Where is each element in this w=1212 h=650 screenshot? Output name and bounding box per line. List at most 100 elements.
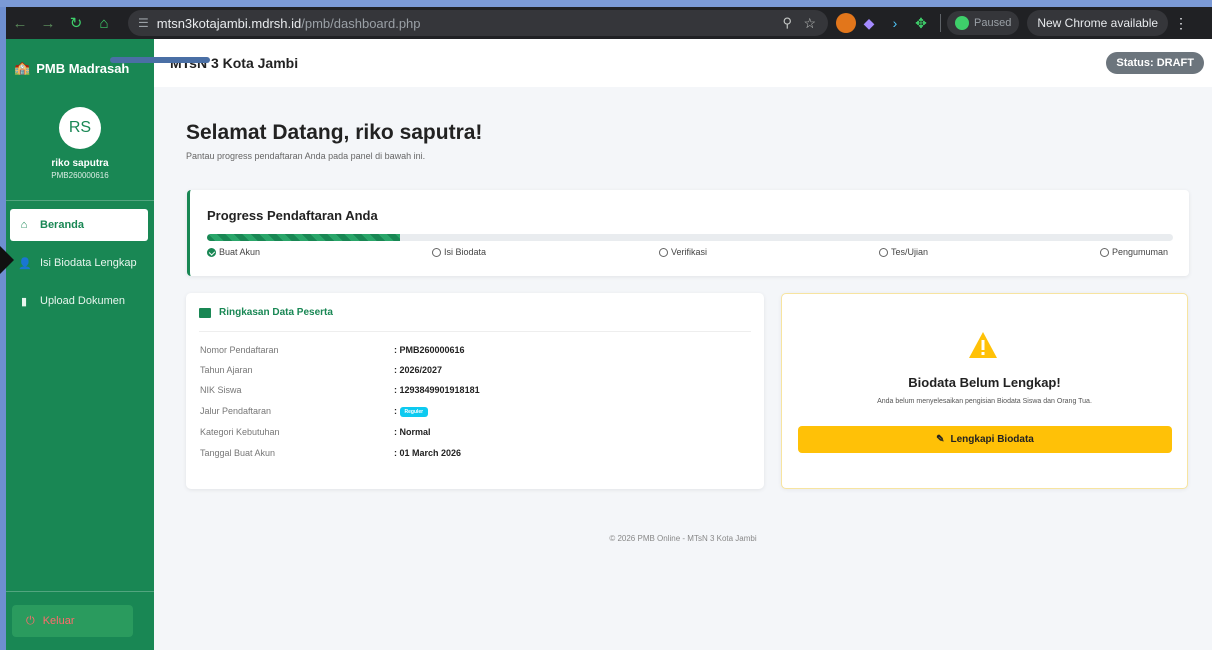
circle-icon xyxy=(879,247,888,257)
avatar: RS xyxy=(59,107,101,149)
jalur-badge: Reguler xyxy=(399,406,429,417)
check-circle-icon xyxy=(207,247,216,257)
step-tes-ujian: Tes/Ujian xyxy=(879,247,928,257)
progress-card: Progress Pendaftaran Anda Buat Akun Isi … xyxy=(187,190,1189,276)
row-value: : PMB260000616 xyxy=(394,345,465,355)
extension-arrow-icon[interactable]: › xyxy=(882,10,908,36)
row-label: NIK Siswa xyxy=(200,385,242,395)
step-label: Buat Akun xyxy=(219,247,261,257)
drag-indicator xyxy=(110,57,210,63)
logout-button[interactable]: ⏻ Keluar xyxy=(12,605,133,637)
warning-text: Anda belum menyelesaikan pengisian Bioda… xyxy=(877,398,1092,405)
zoom-icon[interactable]: ⚲ xyxy=(782,15,792,31)
sidebar-item-biodata[interactable]: 👤 Isi Biodata Lengkap xyxy=(10,247,148,279)
back-icon[interactable]: ← xyxy=(6,9,34,37)
welcome-subtitle: Pantau progress pendaftaran Anda pada pa… xyxy=(186,151,426,161)
row-label: Nomor Pendaftaran xyxy=(200,345,279,355)
complete-biodata-button[interactable]: ✎ Lengkapi Biodata xyxy=(798,426,1172,453)
warning-title: Biodata Belum Lengkap! xyxy=(908,375,1061,390)
sidebar-divider xyxy=(6,591,154,592)
logout-label: Keluar xyxy=(42,615,75,627)
complete-biodata-label: Lengkapi Biodata xyxy=(950,434,1034,445)
main-content: MTsN 3 Kota Jambi Status: DRAFT Selamat … xyxy=(154,39,1212,650)
pointer-arrow-icon xyxy=(0,246,14,274)
url-host: mtsn3kotajambi.mdrsh.id xyxy=(156,15,302,31)
welcome-title: Selamat Datang, riko saputra! xyxy=(186,121,483,144)
summary-divider xyxy=(199,331,751,332)
step-label: Verifikasi xyxy=(671,247,708,257)
edit-icon: ✎ xyxy=(936,434,945,445)
sidebar-item-label: Upload Dokumen xyxy=(40,295,125,307)
summary-row: Nomor Pendaftaran : PMB260000616 xyxy=(200,345,750,359)
site-info-icon[interactable]: ☰ xyxy=(138,16,149,30)
sidebar-item-label: Beranda xyxy=(40,219,85,231)
url-path: /pmb/dashboard.php xyxy=(301,15,421,31)
file-upload-icon: ▮ xyxy=(20,295,28,308)
status-badge: Status: DRAFT xyxy=(1106,52,1204,74)
progress-title: Progress Pendaftaran Anda xyxy=(207,208,378,223)
user-edit-icon: 👤 xyxy=(18,257,32,270)
summary-row: Tahun Ajaran : 2026/2027 xyxy=(200,365,750,379)
sidebar-brand[interactable]: 🏫 PMB Madrasah xyxy=(6,39,154,97)
step-isi-biodata: Isi Biodata xyxy=(432,247,486,257)
progress-bar-fill xyxy=(207,234,401,241)
step-buat-akun: Buat Akun xyxy=(207,247,260,257)
summary-title: Ringkasan Data Peserta xyxy=(219,307,333,318)
summary-row: Tanggal Buat Akun : 01 March 2026 xyxy=(200,448,750,462)
top-navbar: MTsN 3 Kota Jambi Status: DRAFT xyxy=(154,39,1212,87)
sidebar-item-label: Isi Biodata Lengkap xyxy=(40,257,137,269)
circle-icon xyxy=(659,247,668,257)
summary-header: Ringkasan Data Peserta xyxy=(199,307,333,318)
row-value: : 01 March 2026 xyxy=(394,448,462,458)
step-pengumuman: Pengumuman xyxy=(1100,247,1168,257)
browser-toolbar: ← → ↻ ⌂ ☰ mtsn3kotajambi.mdrsh.id/pmb/da… xyxy=(6,7,1212,39)
browser-frame-top xyxy=(0,0,1212,7)
user-code: PMB260000616 xyxy=(51,171,109,180)
id-card-icon xyxy=(199,307,211,318)
chrome-update-button[interactable]: New Chrome available xyxy=(1027,10,1169,36)
row-label: Tahun Ajaran xyxy=(200,365,253,375)
summary-card: Ringkasan Data Peserta Nomor Pendaftaran… xyxy=(186,293,764,489)
footer: © 2026 PMB Online - MTsN 3 Kota Jambi xyxy=(609,534,757,543)
step-label: Tes/Ujian xyxy=(891,247,929,257)
row-value: : 1293849901918181 xyxy=(394,385,480,395)
summary-row: NIK Siswa : 1293849901918181 xyxy=(200,385,750,399)
profile-paused-button[interactable]: Paused xyxy=(947,11,1020,35)
row-label: Kategori Kebutuhan xyxy=(200,427,280,437)
warning-card: Biodata Belum Lengkap! Anda belum menyel… xyxy=(781,293,1188,489)
browser-menu-icon[interactable]: ⋮ xyxy=(1168,15,1194,32)
circle-icon xyxy=(1100,247,1109,257)
sidebar: 🏫 PMB Madrasah RS riko saputra PMB260000… xyxy=(6,39,154,650)
summary-row: Kategori Kebutuhan : Normal xyxy=(200,427,750,441)
row-colon: : xyxy=(394,406,397,416)
home-icon[interactable]: ⌂ xyxy=(90,9,118,37)
user-name: riko saputra xyxy=(51,158,109,169)
logout-icon: ⏻ xyxy=(26,614,35,627)
circle-icon xyxy=(432,247,441,257)
bookmark-star-icon[interactable]: ☆ xyxy=(803,15,816,32)
reload-icon[interactable]: ↻ xyxy=(62,9,90,37)
step-label: Pengumuman xyxy=(1112,247,1169,257)
row-label: Jalur Pendaftaran xyxy=(200,406,272,416)
metamask-extension-icon[interactable] xyxy=(836,13,856,33)
summary-row: Jalur Pendaftaran : Reguler xyxy=(200,406,750,420)
forward-icon[interactable]: → xyxy=(34,9,62,37)
toolbar-divider xyxy=(940,14,941,32)
row-label: Tanggal Buat Akun xyxy=(200,448,276,458)
row-value: : 2026/2027 xyxy=(394,365,443,375)
paused-label: Paused xyxy=(974,17,1012,29)
progress-steps: Buat Akun Isi Biodata Verifikasi Tes/Uji… xyxy=(207,247,1173,261)
profile-avatar-icon xyxy=(955,16,969,30)
warning-triangle-icon xyxy=(969,332,997,358)
extension-purple-icon[interactable]: ◆ xyxy=(856,10,882,36)
sidebar-item-beranda[interactable]: ⌂ Beranda xyxy=(10,209,148,241)
address-bar[interactable]: ☰ mtsn3kotajambi.mdrsh.id/pmb/dashboard.… xyxy=(128,10,828,36)
sidebar-item-upload[interactable]: ▮ Upload Dokumen xyxy=(10,285,148,317)
row-value: : Normal xyxy=(394,427,431,437)
school-icon: 🏫 xyxy=(14,60,31,75)
step-label: Isi Biodata xyxy=(444,247,487,257)
home-icon: ⌂ xyxy=(20,219,28,231)
sidebar-menu: ⌂ Beranda 👤 Isi Biodata Lengkap ▮ Upload… xyxy=(6,200,154,317)
extensions-puzzle-icon[interactable]: ✥ xyxy=(908,10,934,36)
welcome-section: Selamat Datang, riko saputra! Pantau pro… xyxy=(186,121,482,161)
